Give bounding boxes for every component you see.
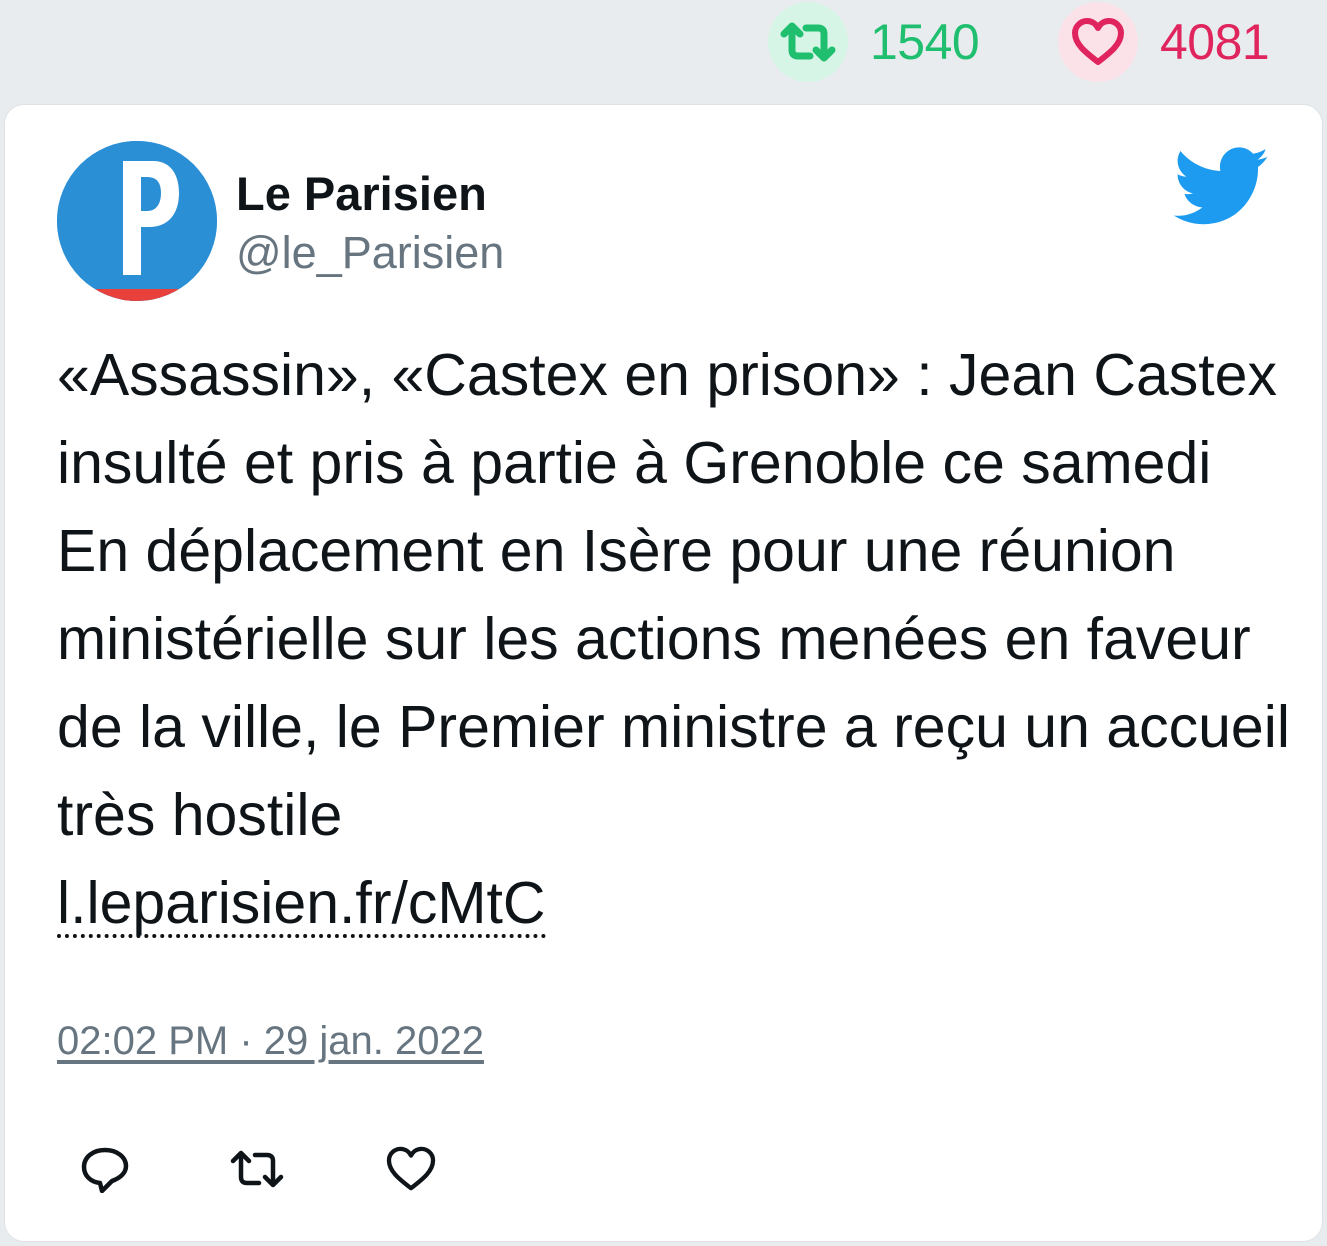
retweet-count: 1540: [870, 14, 980, 70]
tweet-text: «Assassin», «Castex en prison» : Jean Ca…: [57, 331, 1297, 947]
author-name[interactable]: Le Parisien: [236, 167, 504, 221]
reply-icon: [81, 1147, 129, 1193]
tweet-timestamp[interactable]: 02:02 PM · 29 jan. 2022: [57, 1019, 484, 1064]
tweet-card: Le Parisien @le_Parisien «Assassin», «Ca…: [4, 104, 1323, 1242]
tweet-body: «Assassin», «Castex en prison» : Jean Ca…: [57, 342, 1290, 848]
twitter-bird-icon[interactable]: [1173, 147, 1271, 227]
retweet-button[interactable]: [227, 1139, 287, 1199]
reply-button[interactable]: [75, 1139, 135, 1199]
like-button[interactable]: [381, 1139, 441, 1199]
heart-icon: [1058, 2, 1138, 82]
avatar[interactable]: [57, 141, 217, 301]
retweet-icon: [768, 2, 848, 82]
heart-icon: [386, 1146, 436, 1191]
le-parisien-logo-icon: [57, 141, 217, 301]
like-count: 4081: [1160, 14, 1270, 70]
retweet-icon: [230, 1150, 284, 1188]
engagement-stats: 1540 4081: [0, 0, 1327, 100]
tweet-link[interactable]: l.leparisien.fr/cMtC: [57, 872, 546, 938]
author-handle[interactable]: @le_Parisien: [236, 225, 504, 281]
like-stat[interactable]: 4081: [1058, 2, 1270, 82]
retweet-stat[interactable]: 1540: [768, 2, 980, 82]
author-block: Le Parisien @le_Parisien: [236, 167, 504, 281]
